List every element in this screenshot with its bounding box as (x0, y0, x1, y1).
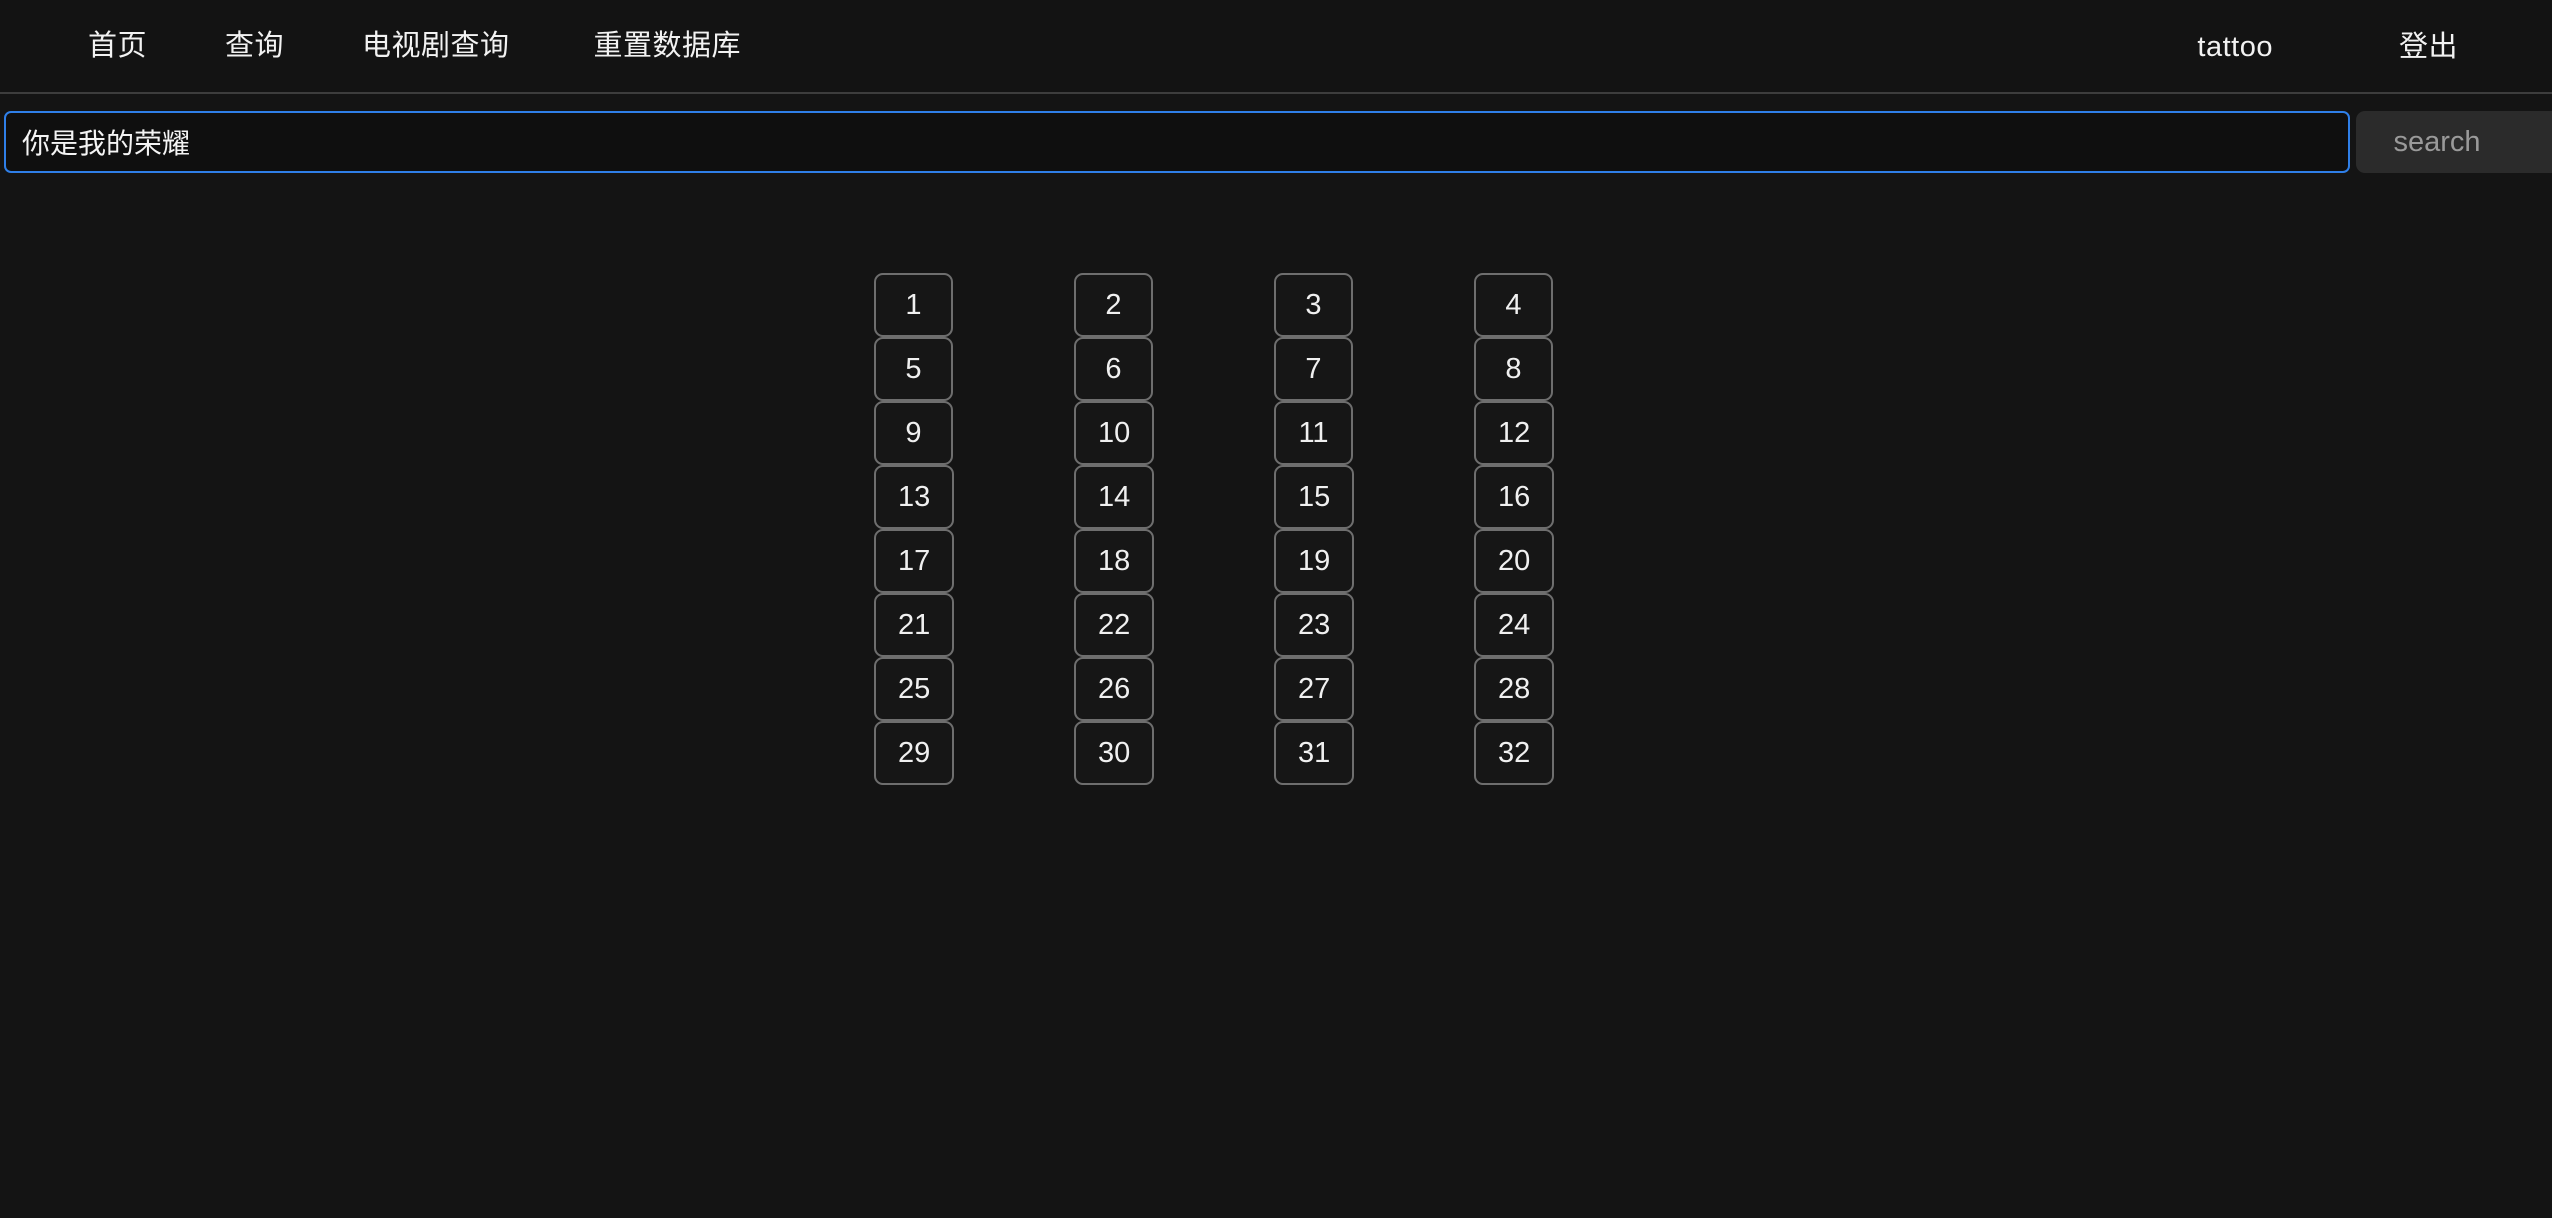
pagination-column: 1 5 9 13 17 21 25 29 (874, 273, 1074, 785)
page-button[interactable]: 15 (1274, 465, 1355, 529)
page-button[interactable]: 1 (874, 273, 953, 337)
page-button[interactable]: 23 (1274, 593, 1355, 657)
search-button[interactable]: search (2356, 111, 2552, 173)
nav-link-query[interactable]: 查询 (225, 31, 284, 61)
page-button[interactable]: 31 (1274, 721, 1355, 785)
page-button[interactable]: 11 (1274, 401, 1353, 465)
page-button[interactable]: 32 (1474, 721, 1555, 785)
search-input[interactable] (4, 111, 2350, 173)
nav-link-reset-database[interactable]: 重置数据库 (594, 31, 742, 61)
page-button[interactable]: 26 (1074, 657, 1155, 721)
page-button[interactable]: 4 (1474, 273, 1553, 337)
page-button[interactable]: 9 (874, 401, 953, 465)
nav-link-logout[interactable]: 登出 (2399, 32, 2458, 62)
pagination-column: 2 6 10 14 18 22 26 30 (1074, 273, 1274, 785)
page-button[interactable]: 27 (1274, 657, 1355, 721)
navbar-user-area: tattoo 登出 (2197, 0, 2552, 94)
pagination: 1 5 9 13 17 21 25 29 2 6 10 14 18 22 26 30 3 7 11 15 19 23 27 3… (874, 273, 1674, 785)
page-button[interactable]: 21 (874, 593, 955, 657)
page-button[interactable]: 24 (1474, 593, 1555, 657)
page-button[interactable]: 17 (874, 529, 955, 593)
page-button[interactable]: 30 (1074, 721, 1155, 785)
search-bar: search (0, 108, 2552, 176)
page-button[interactable]: 8 (1474, 337, 1553, 401)
page-button[interactable]: 13 (874, 465, 955, 529)
page-button[interactable]: 2 (1074, 273, 1153, 337)
page-button[interactable]: 5 (874, 337, 953, 401)
nav-username[interactable]: tattoo (2197, 32, 2273, 62)
page-button[interactable]: 19 (1274, 529, 1355, 593)
pagination-column: 3 7 11 15 19 23 27 31 (1274, 273, 1474, 785)
page-button[interactable]: 3 (1274, 273, 1353, 337)
page-button[interactable]: 7 (1274, 337, 1353, 401)
page-button[interactable]: 18 (1074, 529, 1155, 593)
nav-link-tv-query[interactable]: 电视剧查询 (362, 31, 510, 61)
page-button[interactable]: 12 (1474, 401, 1555, 465)
page-button[interactable]: 16 (1474, 465, 1555, 529)
page-button[interactable]: 28 (1474, 657, 1555, 721)
page-button[interactable]: 14 (1074, 465, 1155, 529)
page-button[interactable]: 22 (1074, 593, 1155, 657)
page-button[interactable]: 10 (1074, 401, 1155, 465)
navbar-links: 首页 查询 电视剧查询 重置数据库 (88, 31, 742, 61)
navbar: 首页 查询 电视剧查询 重置数据库 tattoo 登出 (0, 0, 2552, 94)
page-button[interactable]: 25 (874, 657, 955, 721)
nav-link-home[interactable]: 首页 (88, 31, 147, 61)
page-button[interactable]: 20 (1474, 529, 1555, 593)
page-button[interactable]: 6 (1074, 337, 1153, 401)
page-button[interactable]: 29 (874, 721, 955, 785)
pagination-column: 4 8 12 16 20 24 28 32 (1474, 273, 1674, 785)
